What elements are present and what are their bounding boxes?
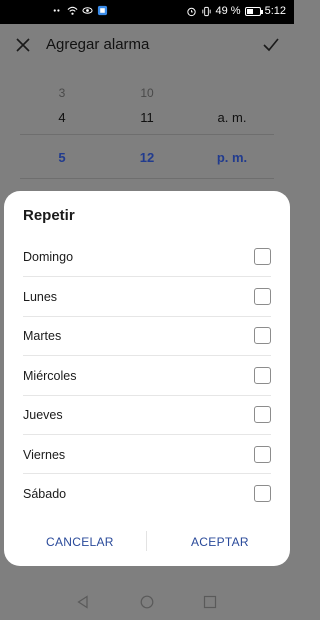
period-pm[interactable]: p. m. xyxy=(207,150,257,165)
day-row-viernes[interactable]: Viernes xyxy=(23,435,271,474)
hour-selected[interactable]: 5 xyxy=(42,150,82,165)
battery-percent: 49 % xyxy=(215,5,241,17)
day-row-sabado[interactable]: Sábado xyxy=(23,474,271,513)
home-icon[interactable] xyxy=(140,595,154,609)
dialog-title: Repetir xyxy=(23,207,75,224)
day-row-miercoles[interactable]: Miércoles xyxy=(23,356,271,395)
day-row-jueves[interactable]: Jueves xyxy=(23,395,271,434)
day-checkbox[interactable] xyxy=(254,446,271,463)
day-checkbox[interactable] xyxy=(254,288,271,305)
minute-prev[interactable]: 11 xyxy=(127,110,167,125)
time-picker: 3 4 5 10 11 12 a. m. p. m. xyxy=(0,80,294,180)
period-am[interactable]: a. m. xyxy=(207,110,257,125)
day-checkbox[interactable] xyxy=(254,248,271,265)
battery-icon xyxy=(244,6,263,16)
hour-above[interactable]: 3 xyxy=(42,86,82,100)
hour-prev[interactable]: 4 xyxy=(42,110,82,125)
app-notification-icon xyxy=(97,5,108,16)
minute-selected[interactable]: 12 xyxy=(127,150,167,165)
recents-icon[interactable] xyxy=(203,595,217,609)
repeat-dialog: Repetir Domingo Lunes Martes Miércoles J… xyxy=(4,191,290,566)
wifi-icon xyxy=(67,6,78,15)
day-row-domingo[interactable]: Domingo xyxy=(23,237,271,276)
day-label: Viernes xyxy=(23,447,66,462)
button-divider xyxy=(146,531,147,551)
close-icon[interactable] xyxy=(13,35,33,55)
day-label: Sábado xyxy=(23,486,67,501)
day-label: Martes xyxy=(23,328,62,343)
cancel-button[interactable]: CANCELAR xyxy=(46,535,114,549)
alarm-clock-icon xyxy=(186,7,196,16)
confirm-check-icon[interactable] xyxy=(261,35,281,55)
status-left-icons xyxy=(52,5,108,16)
eye-icon xyxy=(82,7,93,14)
picker-divider-bottom xyxy=(20,178,274,179)
day-label: Lunes xyxy=(23,289,58,304)
navigation-bar xyxy=(0,585,294,620)
back-icon[interactable] xyxy=(76,595,90,609)
day-checkbox[interactable] xyxy=(254,406,271,423)
picker-divider-top xyxy=(20,134,274,135)
minute-above[interactable]: 10 xyxy=(127,86,167,100)
app-header: Agregar alarma xyxy=(0,24,294,68)
day-row-martes[interactable]: Martes xyxy=(23,316,271,355)
dots-icon xyxy=(53,9,60,12)
status-right-icons: 49 % 5:12 xyxy=(186,5,286,17)
status-bar: 49 % 5:12 xyxy=(0,0,294,24)
accept-button[interactable]: ACEPTAR xyxy=(191,535,249,549)
day-row-lunes[interactable]: Lunes xyxy=(23,277,271,316)
day-checkbox[interactable] xyxy=(254,327,271,344)
day-label: Jueves xyxy=(23,407,63,422)
page-title: Agregar alarma xyxy=(46,36,150,53)
vibrate-icon xyxy=(201,6,211,16)
clock-time: 5:12 xyxy=(264,5,286,17)
day-label: Miércoles xyxy=(23,368,77,383)
day-checkbox[interactable] xyxy=(254,367,271,384)
day-checkbox[interactable] xyxy=(254,485,271,502)
day-label: Domingo xyxy=(23,249,74,264)
